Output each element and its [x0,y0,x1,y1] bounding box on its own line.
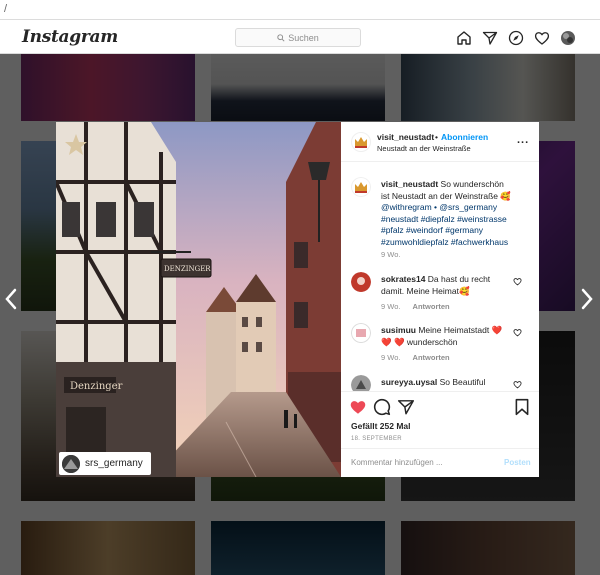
photo-tag-username: srs_germany [85,458,143,469]
caption-avatar-icon[interactable] [351,177,371,197]
comment-text: sokrates14 Da hast du recht damit. Meine… [381,274,511,297]
direct-icon[interactable] [482,30,498,46]
comment-avatar-icon[interactable] [351,323,371,343]
post-actions: Gefällt 252 Mal 18. SEPTEMBER Posten [341,391,539,477]
comment-text: sureyya.uysal So Beautiful [381,377,511,389]
post-date: 18. SEPTEMBER [351,436,402,442]
post-header: visit_neustadt • Abonnieren Neustadt an … [341,122,539,162]
comment-like-icon[interactable] [513,328,522,337]
comment-avatar-icon[interactable] [351,272,371,292]
post-comment-button[interactable]: Posten [504,458,531,467]
likes-count[interactable]: Gefällt 252 Mal [351,421,411,431]
street-scene-image: Denzinger DENZINGER [56,122,341,477]
previous-arrow-icon[interactable] [4,288,18,310]
comment-time[interactable]: 9 Wo. [381,302,400,311]
post-modal: Denzinger DENZINGER srs_germany visit_ne… [56,122,539,477]
reply-button[interactable]: Antworten [413,302,450,311]
url-text: / [4,3,8,15]
author-username[interactable]: visit_neustadt [377,132,434,142]
comment-time[interactable]: 9 Wo. [381,353,400,362]
comment-meta: 9 Wo. Antworten [381,353,450,362]
caption-block: visit_neustadt So wunderschön ist Neusta… [341,177,539,267]
reply-button[interactable]: Antworten [413,353,450,362]
photo-user-tag[interactable]: srs_germany [59,452,151,475]
home-icon[interactable] [456,30,472,46]
explore-icon[interactable] [508,30,524,46]
caption-time[interactable]: 9 Wo. [381,250,400,259]
profile-avatar-icon[interactable] [560,30,576,46]
instagram-logo[interactable]: Instagram [22,27,118,47]
bookmark-icon[interactable] [513,398,531,416]
follow-separator: • [435,132,438,142]
crown-avatar-icon[interactable] [351,132,371,152]
shop-sign-lower: Denzinger [70,381,123,392]
search-input[interactable]: Suchen [235,28,361,47]
comment-item: susimuu Meine Heimatstadt ❤️ ❤️ ❤️ wunde… [341,323,539,367]
comment-avatar-icon[interactable] [351,375,371,391]
comment-meta: 9 Wo. Antworten [381,302,450,311]
comment-input-row: Posten [341,448,539,478]
share-icon[interactable] [397,398,415,416]
heart-icon[interactable] [534,30,550,46]
post-sidebar: visit_neustadt • Abonnieren Neustadt an … [341,122,539,477]
caption-meta: 9 Wo. [381,250,400,259]
comment-input[interactable] [351,458,491,467]
caption-hashtags[interactable]: #neustadt #diepfalz #weinstrasse #pfalz … [381,214,508,247]
comment-text: susimuu Meine Heimatstadt ❤️ ❤️ ❤️ wunde… [381,325,511,348]
comment-item: sureyya.uysal So Beautiful [341,375,539,391]
comment-body: So Beautiful [439,377,486,387]
comment-username[interactable]: sureyya.uysal [381,377,437,387]
comment-username[interactable]: sokrates14 [381,274,425,284]
comment-username[interactable]: susimuu [381,325,416,335]
next-arrow-icon[interactable] [580,288,594,310]
follow-button[interactable]: Abonnieren [441,132,488,142]
caption-username[interactable]: visit_neustadt [381,179,438,189]
comment-icon[interactable] [373,398,391,416]
post-location[interactable]: Neustadt an der Weinstraße [377,144,471,153]
instagram-header: Instagram Suchen [0,20,600,54]
comment-like-icon[interactable] [513,277,522,286]
search-icon [277,33,285,42]
tag-avatar [62,454,80,473]
caption-mentions[interactable]: @withregram • @srs_germany [381,202,497,212]
post-photo[interactable]: Denzinger DENZINGER srs_germany [56,122,341,477]
caption-text: visit_neustadt So wunderschön ist Neusta… [381,179,511,248]
more-options-button[interactable]: ... [517,134,529,146]
comment-item: sokrates14 Da hast du recht damit. Meine… [341,272,539,316]
search-placeholder: Suchen [288,32,319,43]
shop-sign: DENZINGER [164,265,211,273]
browser-url-bar[interactable]: / [0,0,600,20]
like-filled-icon[interactable] [349,398,367,416]
comments-list[interactable]: visit_neustadt So wunderschön ist Neusta… [341,163,539,391]
comment-like-icon[interactable] [513,380,522,389]
